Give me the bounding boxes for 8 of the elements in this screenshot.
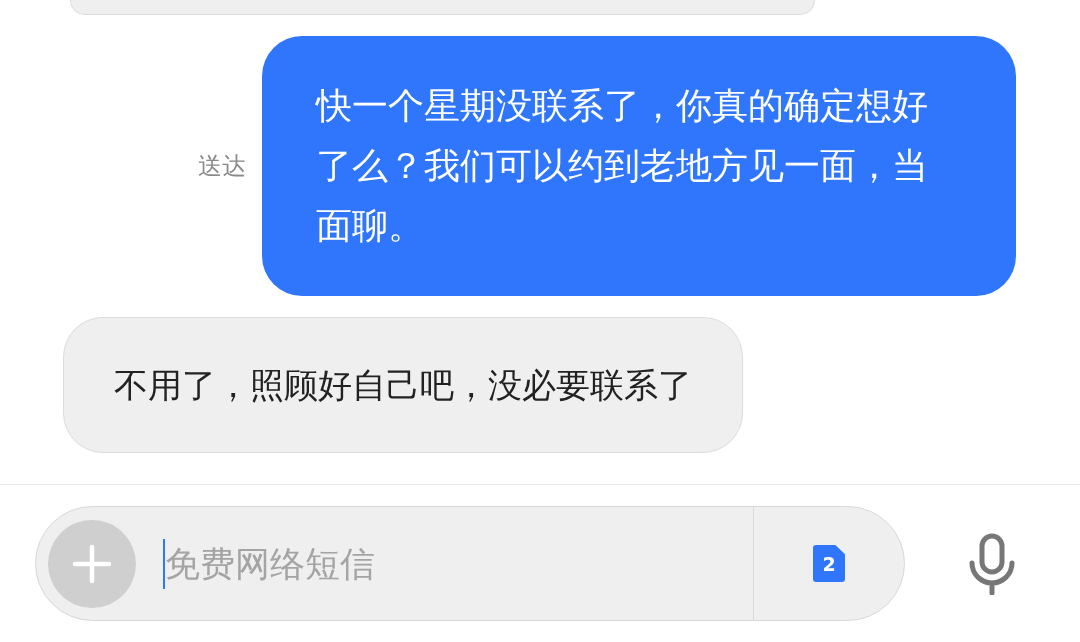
text-cursor (163, 538, 165, 589)
message-bubble: 快一个星期没联系了，你真的确定想好了么？我们可以约到老地方见一面，当面聊。 (262, 36, 1016, 296)
sim-button[interactable]: 2 (813, 545, 845, 582)
microphone-icon[interactable] (967, 532, 1017, 595)
message-input[interactable]: 免费网络短信 2 (35, 506, 905, 621)
delivery-status: 送达 (198, 151, 246, 182)
message-bubble: 不用了，照顾好自己吧，没必要联系了 (63, 317, 743, 453)
plus-icon (72, 543, 112, 584)
